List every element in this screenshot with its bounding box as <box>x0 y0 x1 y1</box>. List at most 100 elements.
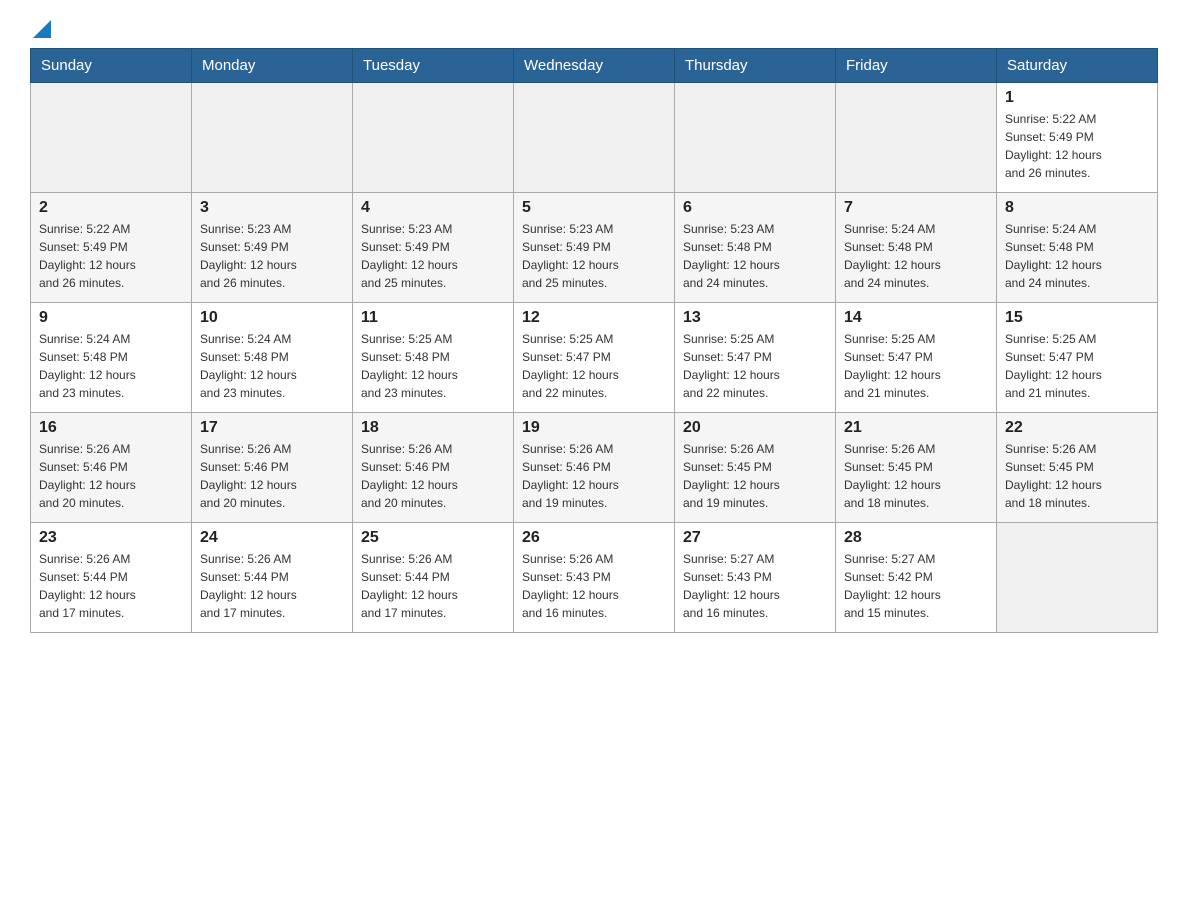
calendar-cell: 8 Sunrise: 5:24 AM Sunset: 5:48 PM Daylig… <box>997 193 1158 303</box>
day-number: 23 <box>39 529 183 547</box>
day-info: Sunrise: 5:26 AM Sunset: 5:46 PM Dayligh… <box>361 440 505 512</box>
calendar-header-row: SundayMondayTuesdayWednesdayThursdayFrid… <box>31 49 1158 83</box>
day-info: Sunrise: 5:26 AM Sunset: 5:44 PM Dayligh… <box>361 550 505 622</box>
calendar-cell: 7Sunrise: 5:24 AM Sunset: 5:48 PM Daylig… <box>836 193 997 303</box>
calendar-cell: 3 Sunrise: 5:23 AM Sunset: 5:49 PM Daylig… <box>192 193 353 303</box>
calendar-cell <box>514 83 675 193</box>
day-number: 26 <box>522 529 666 547</box>
calendar-cell <box>192 83 353 193</box>
day-number: 19 <box>522 419 666 437</box>
calendar-week-row: 2 Sunrise: 5:22 AM Sunset: 5:49 PM Daylig… <box>31 193 1158 303</box>
calendar-cell: 27 Sunrise: 5:27 AM Sunset: 5:43 PM Dayli… <box>675 523 836 633</box>
day-info: Sunrise: 5:25 AM Sunset: 5:47 PM Dayligh… <box>522 330 666 402</box>
column-header-thursday: Thursday <box>675 49 836 83</box>
day-info: Sunrise: 5:22 AM Sunset: 5:49 PM Dayligh… <box>1005 110 1149 182</box>
page-header <box>30 20 1158 38</box>
day-info: Sunrise: 5:23 AM Sunset: 5:49 PM Dayligh… <box>522 220 666 292</box>
calendar-week-row: 23 Sunrise: 5:26 AM Sunset: 5:44 PM Dayli… <box>31 523 1158 633</box>
day-number: 3 <box>200 199 344 217</box>
calendar-cell: 13Sunrise: 5:25 AM Sunset: 5:47 PM Dayli… <box>675 303 836 413</box>
calendar-cell: 15 Sunrise: 5:25 AM Sunset: 5:47 PM Dayli… <box>997 303 1158 413</box>
logo <box>30 20 51 38</box>
calendar-cell: 4 Sunrise: 5:23 AM Sunset: 5:49 PM Daylig… <box>353 193 514 303</box>
day-number: 4 <box>361 199 505 217</box>
day-number: 5 <box>522 199 666 217</box>
day-info: Sunrise: 5:26 AM Sunset: 5:45 PM Dayligh… <box>683 440 827 512</box>
day-number: 2 <box>39 199 183 217</box>
day-number: 14 <box>844 309 988 327</box>
day-number: 15 <box>1005 309 1149 327</box>
calendar-cell: 26 Sunrise: 5:26 AM Sunset: 5:43 PM Dayli… <box>514 523 675 633</box>
day-info: Sunrise: 5:23 AM Sunset: 5:48 PM Dayligh… <box>683 220 827 292</box>
day-number: 9 <box>39 309 183 327</box>
day-info: Sunrise: 5:23 AM Sunset: 5:49 PM Dayligh… <box>200 220 344 292</box>
day-info: Sunrise: 5:26 AM Sunset: 5:44 PM Dayligh… <box>39 550 183 622</box>
calendar-cell: 18 Sunrise: 5:26 AM Sunset: 5:46 PM Dayli… <box>353 413 514 523</box>
calendar-cell: 9 Sunrise: 5:24 AM Sunset: 5:48 PM Daylig… <box>31 303 192 413</box>
calendar-cell: 17Sunrise: 5:26 AM Sunset: 5:46 PM Dayli… <box>192 413 353 523</box>
column-header-wednesday: Wednesday <box>514 49 675 83</box>
calendar-cell: 1Sunrise: 5:22 AM Sunset: 5:49 PM Daylig… <box>997 83 1158 193</box>
day-number: 17 <box>200 419 344 437</box>
calendar-cell <box>31 83 192 193</box>
day-info: Sunrise: 5:26 AM Sunset: 5:43 PM Dayligh… <box>522 550 666 622</box>
calendar-table: SundayMondayTuesdayWednesdayThursdayFrid… <box>30 48 1158 633</box>
day-number: 25 <box>361 529 505 547</box>
day-info: Sunrise: 5:23 AM Sunset: 5:49 PM Dayligh… <box>361 220 505 292</box>
day-number: 13 <box>683 309 827 327</box>
day-info: Sunrise: 5:26 AM Sunset: 5:44 PM Dayligh… <box>200 550 344 622</box>
calendar-cell: 2 Sunrise: 5:22 AM Sunset: 5:49 PM Daylig… <box>31 193 192 303</box>
calendar-cell: 25 Sunrise: 5:26 AM Sunset: 5:44 PM Dayli… <box>353 523 514 633</box>
day-info: Sunrise: 5:25 AM Sunset: 5:47 PM Dayligh… <box>844 330 988 402</box>
day-info: Sunrise: 5:27 AM Sunset: 5:42 PM Dayligh… <box>844 550 988 622</box>
calendar-cell <box>675 83 836 193</box>
calendar-cell <box>997 523 1158 633</box>
day-number: 21 <box>844 419 988 437</box>
column-header-tuesday: Tuesday <box>353 49 514 83</box>
calendar-cell: 22 Sunrise: 5:26 AM Sunset: 5:45 PM Dayli… <box>997 413 1158 523</box>
logo-triangle-icon <box>33 20 51 38</box>
day-number: 12 <box>522 309 666 327</box>
calendar-cell: 14 Sunrise: 5:25 AM Sunset: 5:47 PM Dayli… <box>836 303 997 413</box>
calendar-week-row: 16 Sunrise: 5:26 AM Sunset: 5:46 PM Dayli… <box>31 413 1158 523</box>
day-number: 11 <box>361 309 505 327</box>
day-info: Sunrise: 5:24 AM Sunset: 5:48 PM Dayligh… <box>1005 220 1149 292</box>
day-number: 16 <box>39 419 183 437</box>
column-header-friday: Friday <box>836 49 997 83</box>
day-info: Sunrise: 5:26 AM Sunset: 5:46 PM Dayligh… <box>522 440 666 512</box>
calendar-cell: 23 Sunrise: 5:26 AM Sunset: 5:44 PM Dayli… <box>31 523 192 633</box>
day-number: 24 <box>200 529 344 547</box>
calendar-cell <box>836 83 997 193</box>
calendar-cell: 24 Sunrise: 5:26 AM Sunset: 5:44 PM Dayli… <box>192 523 353 633</box>
day-info: Sunrise: 5:25 AM Sunset: 5:47 PM Dayligh… <box>1005 330 1149 402</box>
day-info: Sunrise: 5:25 AM Sunset: 5:48 PM Dayligh… <box>361 330 505 402</box>
calendar-cell: 21 Sunrise: 5:26 AM Sunset: 5:45 PM Dayli… <box>836 413 997 523</box>
day-info: Sunrise: 5:24 AM Sunset: 5:48 PM Dayligh… <box>200 330 344 402</box>
day-info: Sunrise: 5:24 AM Sunset: 5:48 PM Dayligh… <box>844 220 988 292</box>
calendar-cell: 19 Sunrise: 5:26 AM Sunset: 5:46 PM Dayli… <box>514 413 675 523</box>
day-info: Sunrise: 5:27 AM Sunset: 5:43 PM Dayligh… <box>683 550 827 622</box>
calendar-cell: 6 Sunrise: 5:23 AM Sunset: 5:48 PM Daylig… <box>675 193 836 303</box>
day-info: Sunrise: 5:26 AM Sunset: 5:45 PM Dayligh… <box>1005 440 1149 512</box>
day-number: 27 <box>683 529 827 547</box>
day-number: 20 <box>683 419 827 437</box>
column-header-monday: Monday <box>192 49 353 83</box>
calendar-cell: 12 Sunrise: 5:25 AM Sunset: 5:47 PM Dayli… <box>514 303 675 413</box>
calendar-week-row: 1Sunrise: 5:22 AM Sunset: 5:49 PM Daylig… <box>31 83 1158 193</box>
day-number: 6 <box>683 199 827 217</box>
day-number: 8 <box>1005 199 1149 217</box>
calendar-cell: 5 Sunrise: 5:23 AM Sunset: 5:49 PM Daylig… <box>514 193 675 303</box>
calendar-cell: 10 Sunrise: 5:24 AM Sunset: 5:48 PM Dayli… <box>192 303 353 413</box>
day-info: Sunrise: 5:26 AM Sunset: 5:46 PM Dayligh… <box>39 440 183 512</box>
day-info: Sunrise: 5:22 AM Sunset: 5:49 PM Dayligh… <box>39 220 183 292</box>
calendar-week-row: 9 Sunrise: 5:24 AM Sunset: 5:48 PM Daylig… <box>31 303 1158 413</box>
column-header-saturday: Saturday <box>997 49 1158 83</box>
day-number: 22 <box>1005 419 1149 437</box>
day-info: Sunrise: 5:24 AM Sunset: 5:48 PM Dayligh… <box>39 330 183 402</box>
day-info: Sunrise: 5:26 AM Sunset: 5:45 PM Dayligh… <box>844 440 988 512</box>
day-number: 28 <box>844 529 988 547</box>
day-number: 18 <box>361 419 505 437</box>
day-number: 10 <box>200 309 344 327</box>
calendar-cell: 20 Sunrise: 5:26 AM Sunset: 5:45 PM Dayli… <box>675 413 836 523</box>
calendar-cell: 16 Sunrise: 5:26 AM Sunset: 5:46 PM Dayli… <box>31 413 192 523</box>
